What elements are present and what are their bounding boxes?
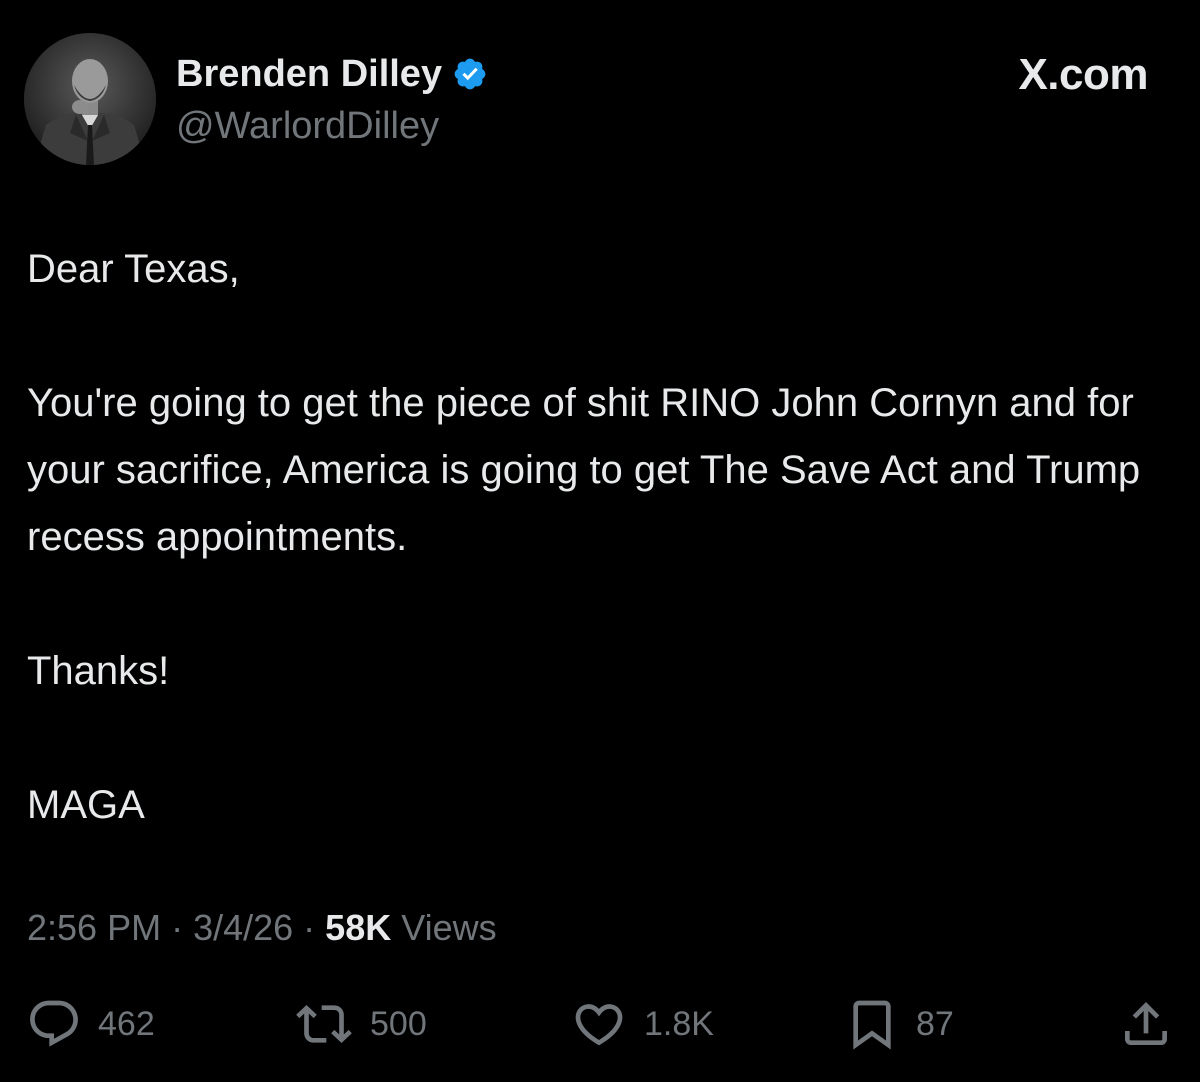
author-display-name[interactable]: Brenden Dilley — [176, 52, 442, 96]
bookmark-count: 87 — [916, 1004, 954, 1043]
author-name-row[interactable]: Brenden Dilley — [176, 52, 488, 96]
verified-badge-icon — [452, 56, 488, 92]
views-count: 58K — [325, 907, 392, 948]
bookmark-icon — [844, 996, 900, 1052]
heart-icon — [570, 996, 628, 1052]
tweet-paragraph: MAGA — [27, 783, 145, 827]
author-handle[interactable]: @WarlordDilley — [176, 104, 439, 148]
reply-count: 462 — [98, 1004, 155, 1043]
like-button[interactable]: 1.8K — [570, 996, 714, 1052]
like-count: 1.8K — [644, 1004, 714, 1043]
tweet-text: Dear Texas, You're going to get the piec… — [27, 236, 1167, 839]
brand-label: X.com — [1018, 50, 1148, 99]
tweet-paragraph: You're going to get the piece of shit RI… — [27, 381, 1152, 559]
meta-separator: · — [293, 907, 326, 948]
meta-separator: · — [161, 907, 194, 948]
repost-button[interactable]: 500 — [294, 996, 427, 1052]
tweet-date[interactable]: 3/4/26 — [193, 907, 293, 948]
paragraph-spacer — [27, 571, 1167, 638]
tweet-meta: 2:56 PM · 3/4/26 · 58K Views — [27, 906, 497, 950]
share-button[interactable] — [1118, 996, 1174, 1052]
repost-count: 500 — [370, 1004, 427, 1043]
views-label: Views — [401, 907, 497, 948]
share-icon — [1118, 996, 1174, 1052]
bookmark-button[interactable]: 87 — [844, 996, 954, 1052]
avatar[interactable] — [24, 33, 156, 165]
tweet-time[interactable]: 2:56 PM — [27, 907, 161, 948]
tweet-paragraph: Thanks! — [27, 649, 170, 693]
action-bar: 462 500 1.8K 87 — [0, 996, 1200, 1052]
reply-button[interactable]: 462 — [26, 996, 155, 1052]
avatar-image — [24, 33, 156, 165]
tweet-paragraph: Dear Texas, — [27, 247, 240, 291]
paragraph-spacer — [27, 705, 1167, 772]
paragraph-spacer — [27, 303, 1167, 370]
reply-icon — [26, 996, 82, 1052]
repost-icon — [294, 996, 354, 1052]
